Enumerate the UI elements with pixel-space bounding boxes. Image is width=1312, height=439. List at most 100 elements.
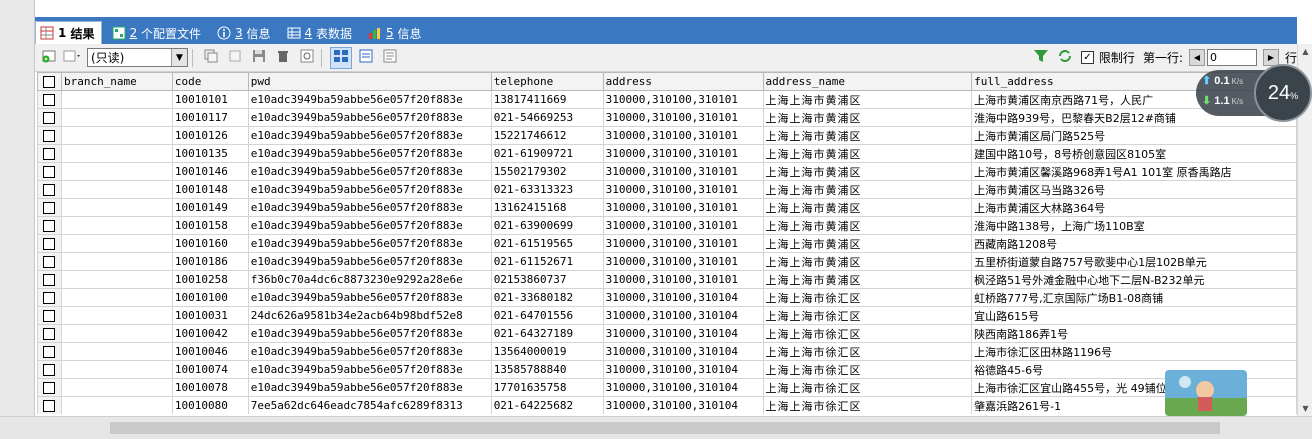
refresh-button[interactable] — [1055, 48, 1075, 68]
table-cell-telephone[interactable]: 021-64327189 — [490, 324, 604, 343]
table-cell-address[interactable]: 310000,310100,310101 — [602, 144, 764, 163]
row-checkbox[interactable] — [43, 364, 56, 376]
table-cell-address-name[interactable]: 上海上海市徐汇区 — [762, 342, 973, 361]
row-checkbox[interactable] — [43, 130, 56, 142]
table-cell-branch-name[interactable] — [60, 378, 173, 397]
table-row[interactable]: 10010126 e10adc3949ba59abbe56e057f20f883e… — [37, 126, 1297, 145]
duplicate-row-button[interactable] — [225, 48, 245, 68]
table-cell-branch-name[interactable] — [60, 360, 173, 379]
table-cell-address[interactable]: 310000,310100,310101 — [602, 108, 764, 127]
table-cell-code[interactable]: 10010160 — [171, 234, 249, 253]
table-row[interactable]: 10010135 e10adc3949ba59abbe56e057f20f883e… — [37, 144, 1297, 163]
table-cell-address-name[interactable]: 上海上海市徐汇区 — [762, 324, 973, 343]
table-cell-address[interactable]: 310000,310100,310101 — [602, 234, 764, 253]
table-cell-branch-name[interactable] — [60, 396, 173, 414]
table-cell-address-name[interactable]: 上海上海市黄浦区 — [762, 126, 973, 145]
first-row-input[interactable]: 0 — [1206, 49, 1257, 66]
table-row[interactable]: 10010031 24dc626a9581b34e2acb64b98bdf52e8… — [37, 306, 1297, 325]
table-cell-branch-name[interactable] — [60, 216, 173, 235]
row-select-cell[interactable] — [37, 270, 62, 289]
table-cell-pwd[interactable]: e10adc3949ba59abbe56e057f20f883e — [247, 198, 492, 217]
table-cell-address-name[interactable]: 上海上海市徐汇区 — [762, 288, 973, 307]
table-cell-branch-name[interactable] — [60, 270, 173, 289]
table-cell-address-name[interactable]: 上海上海市徐汇区 — [762, 378, 973, 397]
limit-rows-checkbox[interactable]: ✓ — [1080, 51, 1094, 64]
row-select-cell[interactable] — [37, 378, 62, 397]
table-cell-branch-name[interactable] — [60, 234, 173, 253]
form-view-button[interactable] — [356, 48, 376, 68]
refresh-grid-button[interactable] — [297, 48, 317, 68]
row-checkbox[interactable] — [43, 148, 56, 160]
table-cell-address-name[interactable]: 上海上海市黄浦区 — [762, 144, 973, 163]
table-cell-address-name[interactable]: 上海上海市黄浦区 — [762, 234, 973, 253]
table-cell-pwd[interactable]: e10adc3949ba59abbe56e057f20f883e — [247, 144, 492, 163]
table-cell-address-name[interactable]: 上海上海市徐汇区 — [762, 306, 973, 325]
table-cell-address[interactable]: 310000,310100,310101 — [602, 90, 764, 109]
table-cell-full-address[interactable]: 裕德路45-6号 — [971, 360, 1297, 379]
table-cell-telephone[interactable]: 13817411669 — [490, 90, 604, 109]
table-cell-address[interactable]: 310000,310100,310101 — [602, 216, 764, 235]
row-checkbox[interactable] — [43, 220, 56, 232]
table-cell-address[interactable]: 310000,310100,310104 — [602, 288, 764, 307]
row-checkbox[interactable] — [43, 202, 56, 214]
table-cell-telephone[interactable]: 13585788840 — [490, 360, 604, 379]
table-cell-telephone[interactable]: 021-64701556 — [490, 306, 604, 325]
table-cell-full-address[interactable]: 淮海中路138号，上海广场110B室 — [971, 216, 1297, 235]
table-cell-branch-name[interactable] — [60, 144, 173, 163]
table-row[interactable]: 10010117 e10adc3949ba59abbe56e057f20f883e… — [37, 108, 1297, 127]
row-select-cell[interactable] — [37, 216, 62, 235]
table-cell-pwd[interactable]: e10adc3949ba59abbe56e057f20f883e — [247, 108, 492, 127]
row-select-cell[interactable] — [37, 108, 62, 127]
table-cell-code[interactable]: 10010101 — [171, 90, 249, 109]
table-cell-telephone[interactable]: 021-61909721 — [490, 144, 604, 163]
copy-rows-button[interactable] — [201, 48, 221, 68]
table-cell-pwd[interactable]: e10adc3949ba59abbe56e057f20f883e — [247, 216, 492, 235]
table-cell-address[interactable]: 310000,310100,310104 — [602, 324, 764, 343]
row-checkbox[interactable] — [43, 256, 56, 268]
table-cell-address[interactable]: 310000,310100,310101 — [602, 180, 764, 199]
table-cell-telephone[interactable]: 15221746612 — [490, 126, 604, 145]
scroll-up-icon[interactable]: ▲ — [1298, 44, 1312, 59]
table-cell-pwd[interactable]: e10adc3949ba59abbe56e057f20f883e — [247, 342, 492, 361]
row-select-cell[interactable] — [37, 144, 62, 163]
column-header[interactable]: pwd — [247, 72, 492, 91]
table-cell-pwd[interactable]: 7ee5a62dc646eadc7854afc6289f8313 — [247, 396, 492, 414]
table-cell-full-address[interactable]: 上海市黄浦区大林路364号 — [971, 198, 1297, 217]
column-header[interactable]: telephone — [490, 72, 604, 91]
table-cell-address-name[interactable]: 上海上海市黄浦区 — [762, 198, 973, 217]
row-checkbox[interactable] — [43, 400, 56, 412]
add-row-button[interactable] — [39, 48, 59, 68]
table-cell-full-address[interactable]: 陕西南路186弄1号 — [971, 324, 1297, 343]
table-cell-address[interactable]: 310000,310100,310104 — [602, 360, 764, 379]
table-row[interactable]: 10010149 e10adc3949ba59abbe56e057f20f883e… — [37, 198, 1297, 217]
row-checkbox[interactable] — [43, 184, 56, 196]
table-row[interactable]: 10010100 e10adc3949ba59abbe56e057f20f883e… — [37, 288, 1297, 307]
table-cell-pwd[interactable]: e10adc3949ba59abbe56e057f20f883e — [247, 126, 492, 145]
table-cell-branch-name[interactable] — [60, 306, 173, 325]
table-cell-pwd[interactable]: e10adc3949ba59abbe56e057f20f883e — [247, 324, 492, 343]
row-checkbox[interactable] — [43, 346, 56, 358]
table-cell-code[interactable]: 10010031 — [171, 306, 249, 325]
table-cell-telephone[interactable]: 13564000019 — [490, 342, 604, 361]
table-cell-pwd[interactable]: e10adc3949ba59abbe56e057f20f883e — [247, 162, 492, 181]
table-cell-code[interactable]: 10010042 — [171, 324, 249, 343]
column-header[interactable]: branch_name — [60, 72, 173, 91]
table-cell-telephone[interactable]: 021-64225682 — [490, 396, 604, 414]
table-cell-full-address[interactable]: 五里桥街道蒙自路757号歌斐中心1层102B单元 — [971, 252, 1297, 271]
table-cell-telephone[interactable]: 021-61152671 — [490, 252, 604, 271]
table-cell-code[interactable]: 10010100 — [171, 288, 249, 307]
table-cell-address[interactable]: 310000,310100,310101 — [602, 270, 764, 289]
table-row[interactable]: 10010186 e10adc3949ba59abbe56e057f20f883e… — [37, 252, 1297, 271]
table-cell-code[interactable]: 10010149 — [171, 198, 249, 217]
table-row[interactable]: 10010080 7ee5a62dc646eadc7854afc6289f8313… — [37, 396, 1297, 414]
table-cell-full-address[interactable]: 上海市黄浦区局门路525号 — [971, 126, 1297, 145]
table-row[interactable]: 10010074 e10adc3949ba59abbe56e057f20f883e… — [37, 360, 1297, 379]
row-checkbox[interactable] — [43, 382, 56, 394]
horizontal-scrollbar[interactable] — [0, 416, 1312, 439]
table-cell-telephone[interactable]: 021-33680182 — [490, 288, 604, 307]
horizontal-scroll-thumb[interactable] — [110, 422, 1220, 434]
table-cell-pwd[interactable]: 24dc626a9581b34e2acb64b98bdf52e8 — [247, 306, 492, 325]
table-cell-pwd[interactable]: e10adc3949ba59abbe56e057f20f883e — [247, 378, 492, 397]
table-cell-full-address[interactable]: 枫泾路51号外滩金融中心地下二层N-B232单元 — [971, 270, 1297, 289]
table-cell-address-name[interactable]: 上海上海市黄浦区 — [762, 270, 973, 289]
